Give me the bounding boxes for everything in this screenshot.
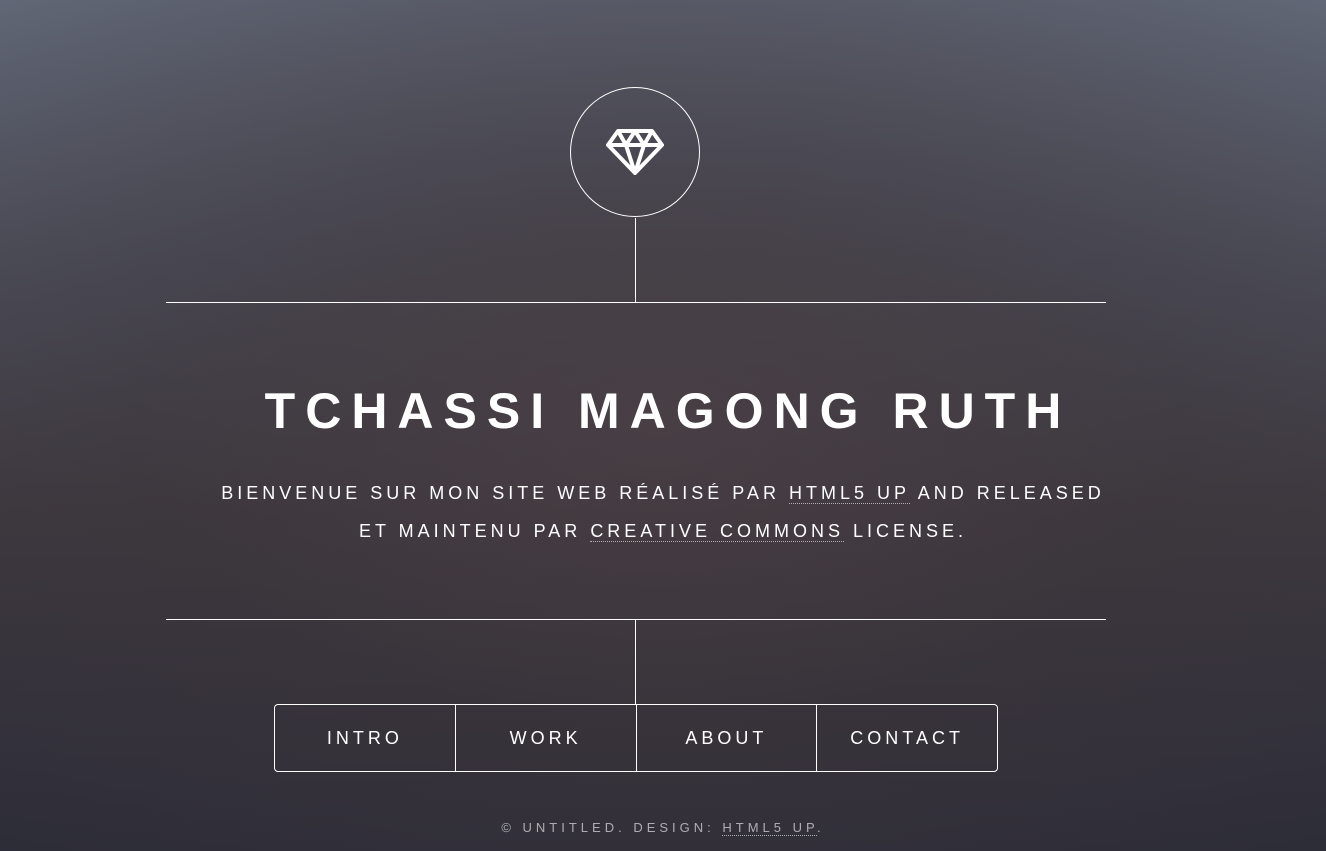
subtitle-text: ET MAINTENU PAR (358, 521, 591, 541)
nav-item-contact[interactable]: CONTACT (816, 705, 997, 771)
nav-item-about[interactable]: ABOUT (635, 705, 817, 771)
subtitle-text: AND RELEASED (909, 483, 1105, 503)
copyright-text: © UNTITLED. DESIGN: (501, 820, 723, 835)
footer: © UNTITLED. DESIGN: HTML5 UP. (0, 820, 1326, 836)
subtitle-text: BIENVENUE SUR MON SITE WEB RÉALISÉ PAR (221, 483, 789, 503)
page-title: TCHASSI MAGONG RUTH (264, 383, 1072, 439)
subtitle-text: LICENSE. (844, 521, 968, 541)
footer-html5up-link[interactable]: HTML5 UP (722, 820, 818, 836)
nav-item-work[interactable]: WORK (454, 705, 636, 771)
divider-bottom (166, 619, 1106, 620)
diamond-icon (606, 129, 664, 175)
page-subtitle: BIENVENUE SUR MON SITE WEB RÉALISÉ PAR H… (0, 474, 1326, 550)
logo-circle (570, 87, 700, 217)
main-nav: INTRO WORK ABOUT CONTACT (274, 704, 998, 772)
connector-line-bottom (635, 620, 636, 705)
connector-line-top (635, 218, 636, 303)
divider-top (166, 302, 1106, 303)
nav-item-intro[interactable]: INTRO (275, 705, 455, 771)
html5up-link[interactable]: HTML5 UP (788, 483, 910, 504)
creative-commons-link[interactable]: CREATIVE COMMONS (590, 521, 844, 542)
footer-end: . (817, 820, 825, 835)
